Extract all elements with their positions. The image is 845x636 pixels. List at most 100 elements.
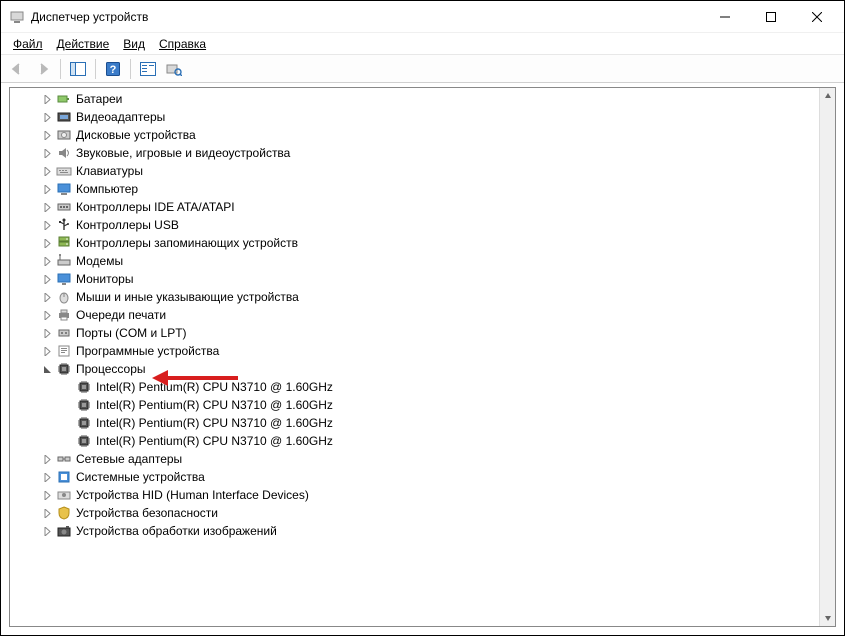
help-button[interactable]: ? <box>101 58 125 80</box>
toolbar-separator <box>130 59 131 79</box>
tree-category[interactable]: Батареи <box>10 90 819 108</box>
device-tree[interactable]: Батареи Видеоадаптеры Дисковые устройстваЗ… <box>10 88 819 626</box>
menu-file[interactable]: Файл <box>7 35 49 53</box>
app-icon <box>9 9 25 25</box>
tree-category-label: Устройства HID (Human Interface Devices) <box>76 488 309 502</box>
tree-category-label: Устройства обработки изображений <box>76 524 277 538</box>
menu-view[interactable]: Вид <box>117 35 151 53</box>
window-title: Диспетчер устройств <box>31 10 702 24</box>
expand-icon[interactable] <box>40 200 54 214</box>
expand-icon[interactable] <box>40 254 54 268</box>
hid-icon <box>56 487 72 503</box>
vertical-scrollbar[interactable] <box>819 88 835 626</box>
cpu-icon <box>76 433 92 449</box>
cpu-icon <box>76 379 92 395</box>
expand-icon[interactable] <box>40 326 54 340</box>
properties-button[interactable] <box>136 58 160 80</box>
tree-category[interactable]: Порты (COM и LPT) <box>10 324 819 342</box>
ide-icon <box>56 199 72 215</box>
scroll-track[interactable] <box>820 104 835 610</box>
tree-category[interactable]: Очереди печати <box>10 306 819 324</box>
toolbar: ? <box>1 55 844 83</box>
tree-category-label: Мониторы <box>76 272 133 286</box>
titlebar: Диспетчер устройств <box>1 1 844 33</box>
tree-category[interactable]: Программные устройства <box>10 342 819 360</box>
window-controls <box>702 2 840 32</box>
tree-category[interactable]: Клавиатуры <box>10 162 819 180</box>
toolbar-separator <box>60 59 61 79</box>
collapse-icon[interactable] <box>40 362 54 376</box>
expand-icon[interactable] <box>40 290 54 304</box>
minimize-button[interactable] <box>702 2 748 32</box>
cpu-icon <box>76 397 92 413</box>
tree-category[interactable]: Системные устройства <box>10 468 819 486</box>
expand-icon[interactable] <box>40 164 54 178</box>
expand-icon[interactable] <box>40 110 54 124</box>
tree-category[interactable]: Мониторы <box>10 270 819 288</box>
expand-icon[interactable] <box>40 128 54 142</box>
tree-category-label: Модемы <box>76 254 123 268</box>
tree-category-label: Компьютер <box>76 182 138 196</box>
expand-icon[interactable] <box>40 524 54 538</box>
show-hide-console-tree-button[interactable] <box>66 58 90 80</box>
tree-category-label: Мыши и иные указывающие устройства <box>76 290 299 304</box>
tree-category-label: Программные устройства <box>76 344 219 358</box>
expand-icon[interactable] <box>40 146 54 160</box>
expand-icon[interactable] <box>40 452 54 466</box>
tree-category[interactable]: Контроллеры запоминающих устройств <box>10 234 819 252</box>
tree-category[interactable]: Контроллеры USB <box>10 216 819 234</box>
menu-action[interactable]: Действие <box>51 35 116 53</box>
tree-category-label: Клавиатуры <box>76 164 143 178</box>
imaging-icon <box>56 523 72 539</box>
cpu-icon <box>76 415 92 431</box>
tree-category[interactable]: Модемы <box>10 252 819 270</box>
expand-icon[interactable] <box>40 92 54 106</box>
scroll-down-button[interactable] <box>820 610 836 626</box>
tree-category[interactable]: Компьютер <box>10 180 819 198</box>
tree-category[interactable]: Контроллеры IDE ATA/ATAPI <box>10 198 819 216</box>
tree-category[interactable]: Устройства HID (Human Interface Devices) <box>10 486 819 504</box>
menu-help[interactable]: Справка <box>153 35 212 53</box>
battery-icon <box>56 91 72 107</box>
expand-icon[interactable] <box>40 506 54 520</box>
tree-category-label: Контроллеры USB <box>76 218 179 232</box>
tree-category[interactable]: Устройства обработки изображений <box>10 522 819 540</box>
tree-category[interactable]: Устройства безопасности <box>10 504 819 522</box>
security-icon <box>56 505 72 521</box>
disk-icon <box>56 127 72 143</box>
expand-icon[interactable] <box>40 272 54 286</box>
maximize-button[interactable] <box>748 2 794 32</box>
expand-icon[interactable] <box>40 344 54 358</box>
menubar: Файл Действие Вид Справка <box>1 33 844 55</box>
back-button <box>5 58 29 80</box>
tree-category[interactable]: Процессоры <box>10 360 819 378</box>
expander-spacer <box>60 434 74 448</box>
expander-spacer <box>60 380 74 394</box>
tree-category[interactable]: Видеоадаптеры <box>10 108 819 126</box>
close-button[interactable] <box>794 2 840 32</box>
tree-category[interactable]: Звуковые, игровые и видеоустройства <box>10 144 819 162</box>
tree-category-label: Очереди печати <box>76 308 166 322</box>
expand-icon[interactable] <box>40 182 54 196</box>
tree-category[interactable]: Дисковые устройства <box>10 126 819 144</box>
expand-icon[interactable] <box>40 470 54 484</box>
tree-device[interactable]: Intel(R) Pentium(R) CPU N3710 @ 1.60GHz <box>10 396 819 414</box>
expand-icon[interactable] <box>40 236 54 250</box>
tree-device[interactable]: Intel(R) Pentium(R) CPU N3710 @ 1.60GHz <box>10 432 819 450</box>
device-manager-window: Диспетчер устройств Файл Действие Вид Сп… <box>1 1 844 635</box>
cpu-icon <box>56 361 72 377</box>
tree-device[interactable]: Intel(R) Pentium(R) CPU N3710 @ 1.60GHz <box>10 414 819 432</box>
expand-icon[interactable] <box>40 218 54 232</box>
expand-icon[interactable] <box>40 308 54 322</box>
system-icon <box>56 469 72 485</box>
tree-category-label: Батареи <box>76 92 122 106</box>
scroll-up-button[interactable] <box>820 88 836 104</box>
tree-category[interactable]: Мыши и иные указывающие устройства <box>10 288 819 306</box>
tree-category-label: Процессоры <box>76 362 146 376</box>
expand-icon[interactable] <box>40 488 54 502</box>
tree-category[interactable]: Сетевые адаптеры <box>10 450 819 468</box>
tree-category-label: Видеоадаптеры <box>76 110 165 124</box>
tree-device[interactable]: Intel(R) Pentium(R) CPU N3710 @ 1.60GHz <box>10 378 819 396</box>
tree-category-label: Устройства безопасности <box>76 506 218 520</box>
scan-hardware-button[interactable] <box>162 58 186 80</box>
